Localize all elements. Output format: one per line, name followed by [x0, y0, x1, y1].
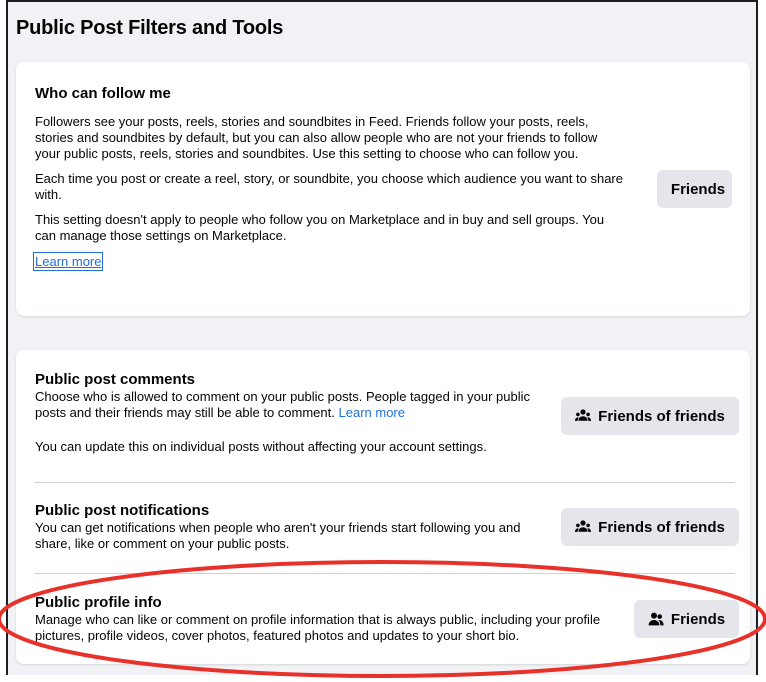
public-profile-info-description: Manage who can like or comment on profil… [35, 612, 601, 643]
settings-panel: Public Post Filters and Tools Who can fo… [6, 0, 758, 675]
follow-paragraph-2: Each time you post or create a reel, sto… [35, 171, 623, 202]
public-post-notifications-description: You can get notifications when people wh… [35, 520, 521, 551]
who-can-follow-section: Who can follow me Followers see your pos… [32, 84, 625, 271]
follow-audience-label: Friends [670, 180, 726, 198]
who-can-follow-title: Who can follow me [35, 85, 171, 102]
comments-audience-label: Friends of friends [598, 407, 725, 425]
friends-of-friends-icon [575, 409, 592, 421]
follow-paragraph-3: This setting doesn't apply to people who… [35, 212, 605, 243]
public-post-comments-note: You can update this on individual posts … [35, 439, 487, 454]
public-post-notifications-title: Public post notifications [35, 502, 210, 519]
friends-of-friends-icon [575, 520, 592, 532]
section-divider [35, 482, 735, 483]
friends-icon [648, 612, 664, 626]
profile-info-audience-label: Friends [670, 610, 726, 628]
follow-audience-button[interactable]: Friends [657, 170, 732, 208]
page-title: Public Post Filters and Tools [16, 17, 284, 39]
profile-info-audience-button[interactable]: Friends [634, 600, 739, 638]
public-post-comments-title: Public post comments [35, 371, 196, 388]
public-post-comments-description: Choose who is allowed to comment on your… [35, 389, 531, 420]
comments-audience-button[interactable]: Friends of friends [561, 397, 739, 435]
public-posts-card: Public post comments Choose who is allow… [16, 350, 750, 664]
comments-learn-more-link[interactable]: Learn more [339, 405, 405, 420]
public-profile-info-section: Public profile info Manage who can like … [35, 593, 735, 644]
follow-learn-more-link[interactable]: Learn more [32, 252, 104, 271]
notifications-audience-button[interactable]: Friends of friends [561, 508, 739, 546]
follow-paragraph-1: Followers see your posts, reels, stories… [35, 114, 598, 161]
notifications-audience-label: Friends of friends [598, 518, 725, 536]
public-profile-info-title: Public profile info [35, 594, 162, 611]
who-can-follow-card: Who can follow me Followers see your pos… [16, 62, 750, 316]
section-divider [35, 573, 735, 574]
